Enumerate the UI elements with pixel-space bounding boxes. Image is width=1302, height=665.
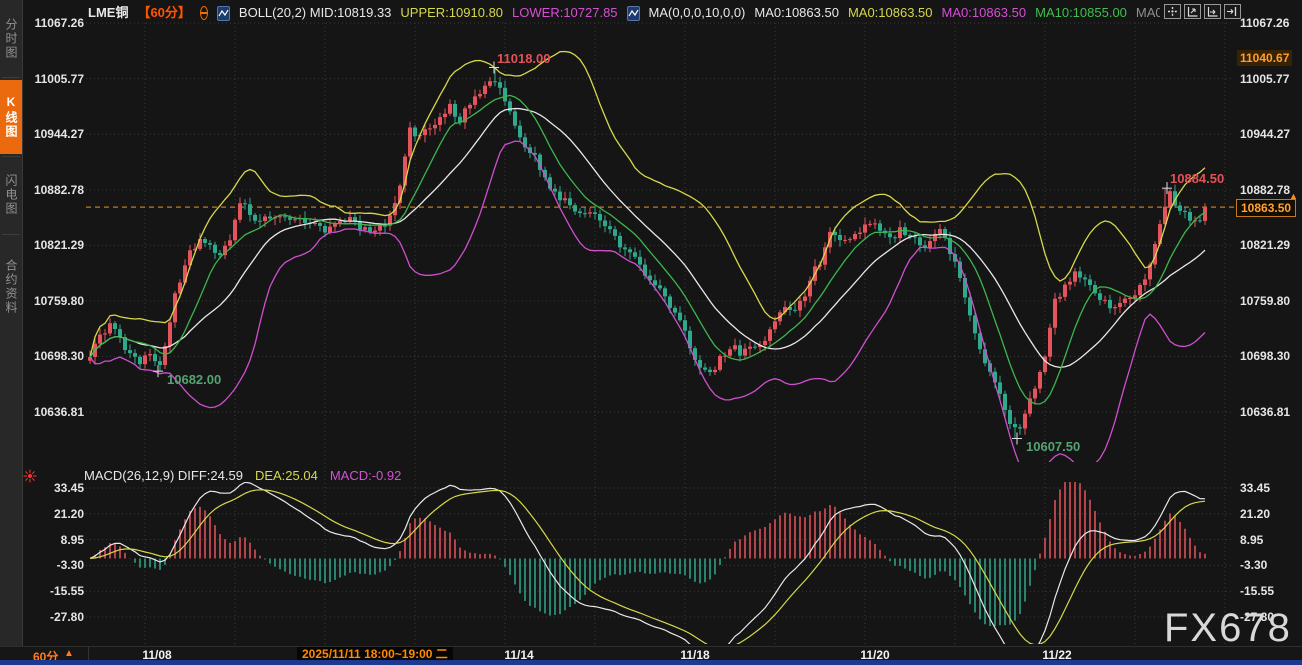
macd-indicator-header: MACD(26,12,9) DIFF:24.59 DEA:25.04 MACD:… xyxy=(84,468,401,483)
trading-terminal: 分时图 K线图 闪电图 合约资料 LME铜 【60分】 BOLL(20,2) M… xyxy=(0,0,1302,665)
axis-label: -15.55 xyxy=(1240,584,1300,598)
axis-label: 33.45 xyxy=(1240,481,1300,495)
axis-label: 11005.77 xyxy=(24,72,84,86)
status-bar: 60分 ▲ 11/0811/1411/1811/2011/22 2025/11/… xyxy=(0,646,1302,661)
sidebar-separator xyxy=(2,234,20,235)
scale-axis-icon[interactable] xyxy=(1184,4,1201,19)
axis-label: 21.20 xyxy=(1240,507,1300,521)
axis-label: 10944.27 xyxy=(1240,127,1300,141)
axis-label: 10636.81 xyxy=(1240,405,1300,419)
axis-label: 10698.30 xyxy=(1240,349,1300,363)
boll-values: BOLL(20,2) MID:10819.33 xyxy=(239,5,391,21)
sidebar-separator xyxy=(2,156,20,157)
period-menu-icon[interactable] xyxy=(200,6,208,20)
macd-diff-value: MACD(26,12,9) DIFF:24.59 xyxy=(84,468,243,483)
ma-values: MA0:10863.50 MA0:10863.50 MA0:10863.50 MA10… xyxy=(754,5,1160,21)
high-price-annotation: 10884.50 xyxy=(1170,171,1224,186)
axis-label: 8.95 xyxy=(24,533,84,547)
pan-chart-icon[interactable] xyxy=(1204,4,1221,19)
axis-label: 10882.78 xyxy=(24,183,84,197)
hover-datetime-label: 2025/11/11 18:00~19:00 二 xyxy=(297,647,453,661)
axis-label: 21.20 xyxy=(24,507,84,521)
axis-label: 11067.26 xyxy=(24,16,84,30)
jump-latest-icon[interactable] xyxy=(1224,4,1241,19)
axis-label: 10636.81 xyxy=(24,405,84,419)
sidebar-separator xyxy=(2,77,20,78)
sidebar-tab-time-chart[interactable]: 分时图 xyxy=(0,4,22,74)
indicator-header: LME铜 【60分】 BOLL(20,2) MID:10819.33 UPPER… xyxy=(88,5,1160,21)
status-divider xyxy=(88,647,89,661)
axis-label: 10759.80 xyxy=(24,294,84,308)
axis-label: 8.95 xyxy=(1240,533,1300,547)
price-up-arrow-icon: ▲ xyxy=(1289,191,1298,201)
low-price-annotation: 10682.00 xyxy=(167,372,221,387)
ma-indicator-icon[interactable] xyxy=(627,6,640,21)
ma-value: MA0:10863.50 xyxy=(754,5,839,21)
axis-label: 10698.30 xyxy=(24,349,84,363)
axis-label: 11067.26 xyxy=(1240,16,1300,30)
ma-value: MA0:10863.50 xyxy=(942,5,1027,21)
axis-label: -15.55 xyxy=(24,584,84,598)
macd-settings-icon[interactable] xyxy=(23,469,37,488)
symbol-name: LME铜 xyxy=(88,5,128,21)
sidebar-tab-contract-info[interactable]: 合约资料 xyxy=(0,237,22,337)
axis-label: 10821.29 xyxy=(1240,238,1300,252)
chart-toolbar xyxy=(1164,4,1241,19)
ma-group-label: MA(0,0,0,10,0,0) xyxy=(649,5,746,21)
axis-label: -3.30 xyxy=(24,558,84,572)
macd-hist-value: MACD:-0.92 xyxy=(330,468,402,483)
axis-label: 11005.77 xyxy=(1240,72,1300,86)
axis-label: 10944.27 xyxy=(24,127,84,141)
ma-value: MA0:10863.50 xyxy=(848,5,933,21)
boll-upper-value: UPPER:10910.80 xyxy=(400,5,503,21)
sidebar-tab-flash-chart[interactable]: 闪电图 xyxy=(0,159,22,231)
price-chart[interactable] xyxy=(0,0,1302,665)
boll-lower-value: LOWER:10727.85 xyxy=(512,5,618,21)
macd-dea-value: DEA:25.04 xyxy=(255,468,318,483)
axis-label: -3.30 xyxy=(1240,558,1300,572)
bottom-accent-bar xyxy=(0,660,1302,665)
ma-value: MA0:108 xyxy=(1136,5,1160,21)
low-price-annotation: 10607.50 xyxy=(1026,439,1080,454)
move-tool-icon[interactable] xyxy=(1164,4,1181,19)
axis-label: 10759.80 xyxy=(1240,294,1300,308)
axis-label: -27.80 xyxy=(24,610,84,624)
period-label: 【60分】 xyxy=(137,5,190,21)
boll-indicator-icon[interactable] xyxy=(217,6,230,21)
watermark: FX678 xyxy=(1164,606,1292,650)
current-price-box: 10863.50 xyxy=(1236,199,1296,217)
high-price-annotation: 11018.00 xyxy=(497,51,551,66)
ma-value: MA10:10855.00 xyxy=(1035,5,1127,21)
session-high-label: 11040.67 xyxy=(1237,50,1292,66)
sidebar-tab-kline-chart[interactable]: K线图 xyxy=(0,80,22,154)
period-up-icon[interactable]: ▲ xyxy=(64,648,74,659)
axis-label: 10821.29 xyxy=(24,238,84,252)
sidebar: 分时图 K线图 闪电图 合约资料 xyxy=(0,0,23,660)
